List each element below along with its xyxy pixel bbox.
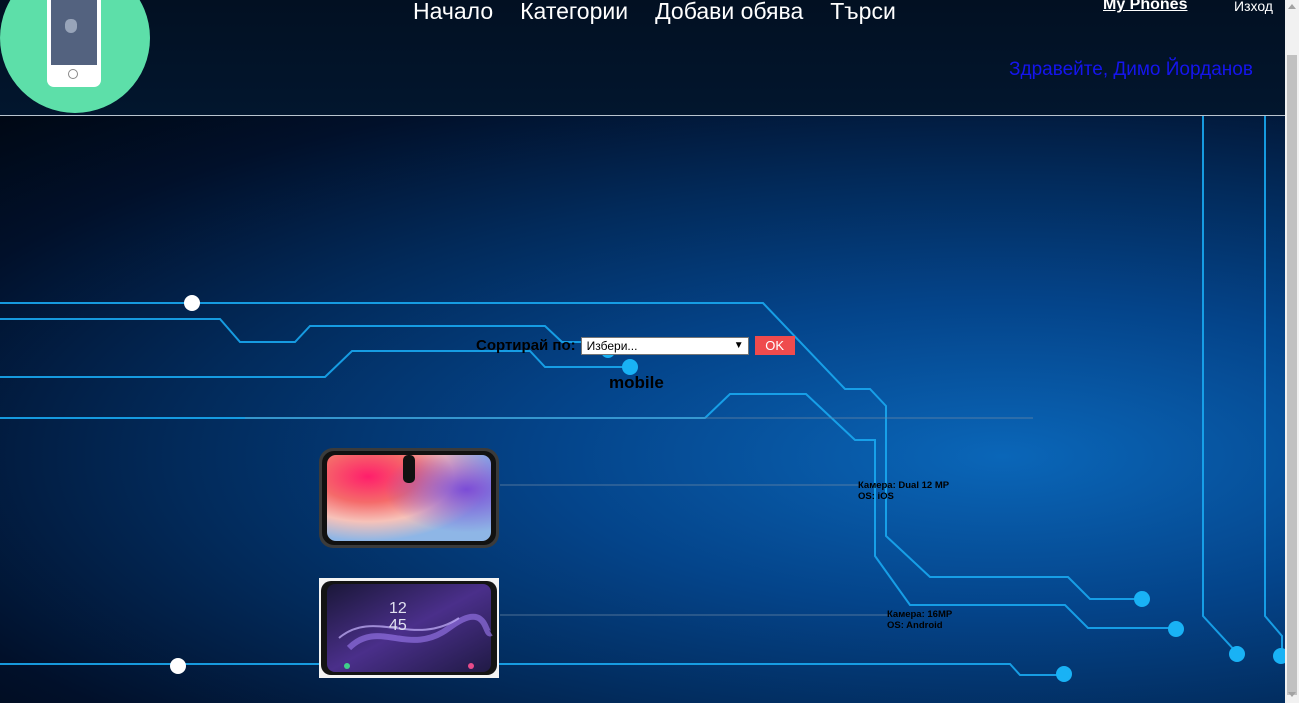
user-greeting: Здравейте, Димо Йорданов	[1009, 59, 1253, 80]
circuit-background	[0, 116, 1285, 682]
sort-label: Сортирай по:	[476, 337, 576, 354]
scroll-up-icon[interactable]	[1288, 4, 1296, 9]
scroll-down-icon[interactable]	[1288, 692, 1296, 697]
nav-add-listing[interactable]: Добави обява	[655, 0, 803, 25]
sort-bar: Сортирай по: Избери... ▼ OK	[476, 336, 795, 355]
sort-select[interactable]: Избери... ▼	[580, 336, 749, 355]
listing-os: OS: Android	[887, 620, 943, 631]
scrollbar-thumb[interactable]	[1287, 55, 1297, 695]
main-content: Сортирай по: Избери... ▼ OK mobile Камер…	[0, 116, 1285, 703]
svg-text:12: 12	[389, 600, 407, 617]
listing-specs: Камера: 16MP OS: Android	[887, 609, 952, 631]
vertical-scrollbar[interactable]	[1285, 0, 1299, 703]
listing-camera: Камера: 16MP	[887, 609, 953, 620]
category-title: mobile	[609, 373, 664, 392]
brand-link[interactable]: My Phones	[1103, 0, 1187, 14]
listing-camera: Камера: Dual 12 MP	[858, 480, 950, 491]
sort-select-value: Избери...	[586, 338, 638, 353]
nav-search[interactable]: Търси	[830, 0, 896, 25]
listing-os: OS: iOS	[858, 491, 894, 502]
site-logo[interactable]	[0, 0, 150, 113]
main-nav: Начало Категории Добави обява Търси	[413, 0, 896, 25]
nav-home[interactable]: Начало	[413, 0, 493, 25]
phone-logo-icon	[47, 0, 101, 87]
galaxy-s9-image[interactable]: 12 45	[319, 578, 499, 678]
iphone-x-image[interactable]	[319, 448, 499, 548]
chevron-down-icon: ▼	[733, 339, 744, 351]
site-header: Начало Категории Добави обява Търси My P…	[0, 0, 1285, 116]
listing-specs: Камера: Dual 12 MP OS: iOS	[858, 480, 949, 502]
logout-link[interactable]: Изход	[1234, 0, 1273, 14]
nav-categories[interactable]: Категории	[520, 0, 628, 25]
svg-text:45: 45	[389, 617, 407, 634]
sort-ok-button[interactable]: OK	[754, 336, 795, 355]
